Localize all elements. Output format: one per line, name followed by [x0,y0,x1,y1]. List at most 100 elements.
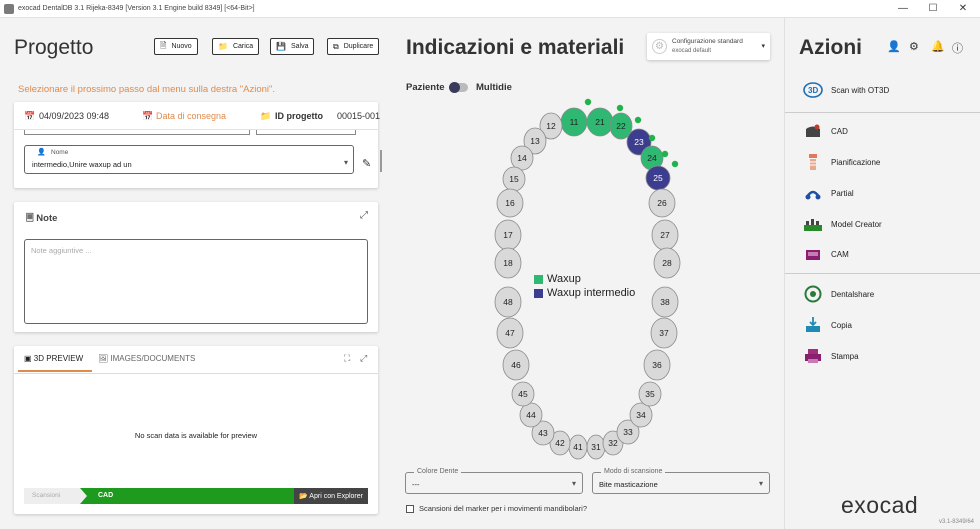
marker-scan-label: Scansioni del marker per i movimenti man… [419,504,587,513]
name-select[interactable]: 👤 Nome intermedio,Unire waxup ad un ▾ [24,145,354,174]
action-dentalshare[interactable]: Dentalshare [803,284,874,304]
tooth-number: 18 [503,258,513,268]
restoration-dot [661,150,669,158]
note-title-text: Note [36,213,58,224]
scan-mode-select[interactable]: Modo di scansione Bite masticazione ▾ [592,468,770,494]
project-info-row: 📅 04/09/2023 09:48 📅 Data di consegna 📁 … [14,102,381,130]
chevron-down-icon: ▾ [571,479,576,488]
tooth-17[interactable]: 17 [494,219,522,251]
actions-title: Azioni [799,36,862,59]
tooth-number: 31 [591,442,601,452]
patient-multidie-toggle[interactable] [449,82,468,93]
note-card: 🗏 Note ⤢ Note aggiuntive ... [14,202,378,332]
partial-icon [803,184,823,202]
tooth-number: 28 [662,258,672,268]
tab-images-documents[interactable]: 🖼 IMAGES/DOCUMENTS [98,354,195,363]
dentalshare-icon [803,285,823,303]
minimize-button[interactable]: — [888,2,918,16]
marker-scan-checkbox[interactable]: Scansioni del marker per i movimenti man… [406,504,587,513]
action-label: Model Creator [831,219,882,229]
load-button-label: Carica [232,43,254,50]
legend-item-waxup: Waxup [534,272,635,286]
tooth-25[interactable]: 25 [645,165,671,191]
tooth-35[interactable]: 35 [638,381,662,407]
cube-icon: ▣ [24,354,32,363]
chevron-right-icon [80,488,87,504]
expand-icon[interactable]: ⤢ [360,353,367,364]
gear-icon[interactable]: ⚙ [909,40,919,53]
name-label: Nome [51,149,69,156]
tooth-48[interactable]: 48 [494,286,522,318]
progress-step-cad: CAD [98,492,114,499]
tooth-number: 13 [530,136,540,146]
new-button[interactable]: 🗎 Nuovo [154,38,198,55]
patient-toggle-label: Paziente [406,82,445,93]
user-icon[interactable]: 👤 [887,40,901,53]
tooth-11[interactable]: 11 [560,107,588,137]
tooth-38[interactable]: 38 [651,286,679,318]
configuration-select[interactable]: ⚙ Configurazione standard exocad default… [647,33,770,60]
tooth-16[interactable]: 16 [496,188,524,218]
tooth-number: 25 [653,173,663,183]
action-scan-ot3d[interactable]: 3D Scan with OT3D [803,80,889,100]
window-titlebar: exocad DentalDB 3.1 Rijeka-8349 [Version… [0,0,980,18]
edit-pencil-icon[interactable]: ✎ [362,157,371,170]
action-cad[interactable]: CAD [803,121,848,141]
action-partial[interactable]: Partial [803,183,854,203]
open-explorer-button[interactable]: 📂 Apri con Explorer [294,488,368,504]
chevron-down-icon: ▾ [761,43,765,50]
tooth-36[interactable]: 36 [643,349,671,381]
save-button[interactable]: 💾 Salva [270,38,315,55]
chevron-down-icon[interactable]: ▾ [344,158,348,167]
action-print[interactable]: Stampa [803,346,859,366]
tooth-28[interactable]: 28 [653,247,681,279]
exocad-logo: exocad [841,492,919,518]
project-panel: Progetto 🗎 Nuovo 📁 Carica 💾 Salva ⧉ Dupl… [0,18,390,529]
window-title: exocad DentalDB 3.1 Rijeka-8349 [Version… [18,5,255,12]
tooth-27[interactable]: 27 [651,219,679,251]
legend: Waxup Waxup intermedio [534,272,635,300]
duplicate-button[interactable]: ⧉ Duplicare [327,38,380,55]
scrollbar[interactable] [380,150,382,172]
expand-icon[interactable]: ⤢ [360,210,368,221]
action-model-creator[interactable]: Model Creator [803,214,882,234]
delivery-date-button[interactable]: Data di consegna [156,111,226,121]
maximize-button[interactable]: ☐ [918,2,948,16]
copy-icon [803,316,823,334]
tooth-34[interactable]: 34 [629,402,653,428]
action-cam[interactable]: CAM [803,244,849,264]
tooth-46[interactable]: 46 [502,349,530,381]
tooth-number: 45 [518,389,528,399]
action-copy[interactable]: Copia [803,315,852,335]
tooth-31[interactable]: 31 [586,434,606,460]
tooth-47[interactable]: 47 [496,317,524,349]
preview-card: ▣ 3D PREVIEW 🖼 IMAGES/DOCUMENTS ⛶ ⤢ No s… [14,346,378,514]
tooth-color-select[interactable]: Colore Dente --- ▾ [405,468,583,494]
bell-icon[interactable]: 🔔 [931,40,945,53]
tooth-number: 44 [526,410,536,420]
tooth-37[interactable]: 37 [650,317,678,349]
fit-icon[interactable]: ⛶ [344,353,350,364]
tooth-number: 17 [503,230,513,240]
tooth-41[interactable]: 41 [568,434,588,460]
close-button[interactable]: ✕ [948,2,978,16]
tab-3d-preview[interactable]: ▣ 3D PREVIEW [24,354,83,363]
tooth-45[interactable]: 45 [511,381,535,407]
action-planning[interactable]: Pianificazione [803,152,880,172]
project-date: 04/09/2023 09:48 [39,111,110,121]
checkbox[interactable] [406,504,414,513]
tooth-26[interactable]: 26 [648,188,676,218]
project-id-value: 00015-001 [337,111,381,121]
note-textarea[interactable]: Note aggiuntive ... [24,239,368,324]
load-button[interactable]: 📁 Carica [212,38,260,55]
action-label: Stampa [831,351,859,361]
new-button-label: Nuovo [171,43,192,50]
tooth-15[interactable]: 15 [502,166,526,192]
help-icon[interactable]: ⓘ [952,40,963,56]
tooth-14[interactable]: 14 [510,145,534,171]
tooth-18[interactable]: 18 [494,247,522,279]
divider [785,112,980,113]
name-value: intermedio,Unire waxup ad un [32,160,132,169]
tooth-21[interactable]: 21 [586,107,614,137]
tooth-44[interactable]: 44 [519,402,543,428]
